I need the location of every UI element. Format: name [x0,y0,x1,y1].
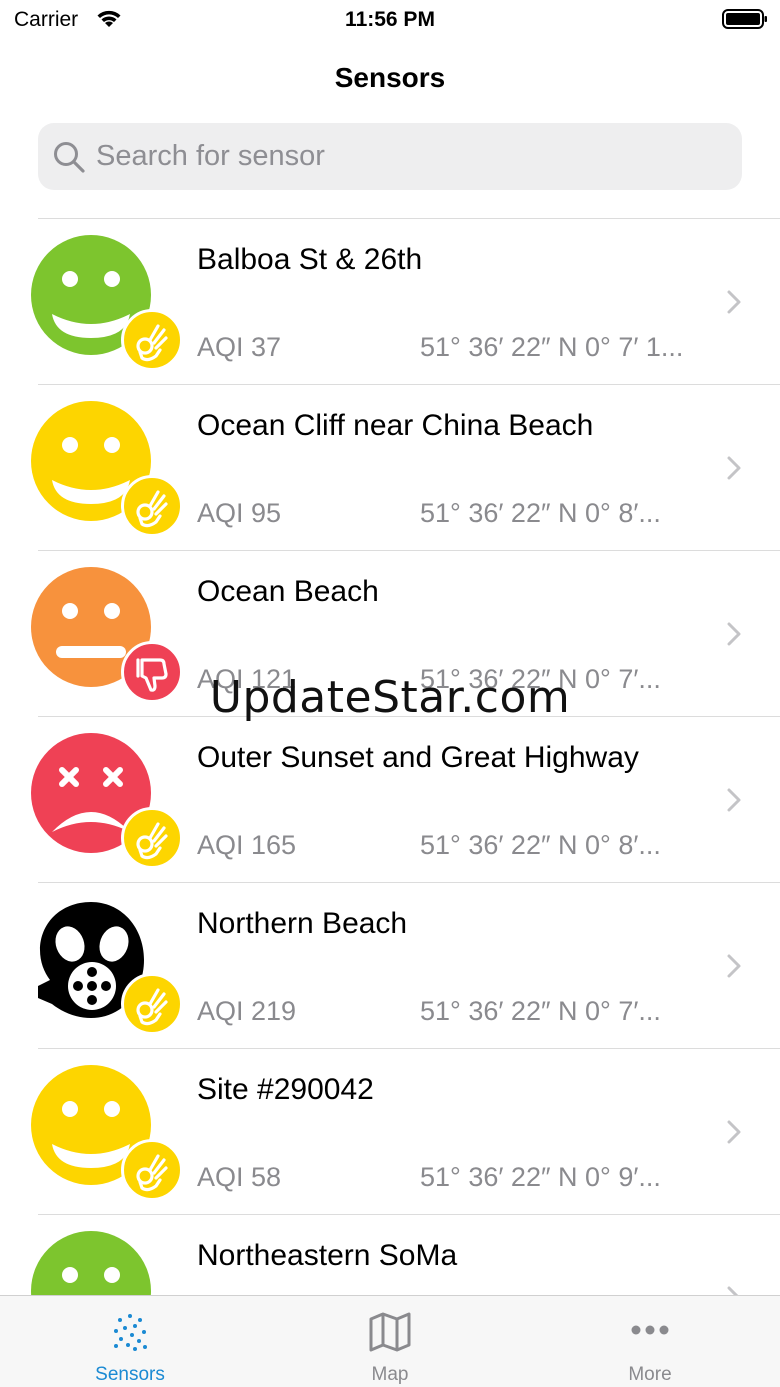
aqi-value: AQI 37 [197,332,282,362]
list-item[interactable]: Ocean Cliff near China Beach AQI 95 51° 36… [0,385,780,551]
sensor-list[interactable]: Balboa St & 26th AQI 37 51° 36′ 22″ N 0° 7… [0,219,780,1295]
status-bar: Carrier 11:56 PM [0,0,780,44]
list-item[interactable]: Balboa St & 26th AQI 37 51° 36′ 22″ N 0° 7… [0,219,780,385]
chevron-right-icon [727,1120,741,1144]
sensor-coordinates: 51° 36′ 22″ N 0° 7′ 1... [420,332,684,362]
ok-hand-icon [121,1139,183,1201]
list-item[interactable]: Site #290042 AQI 58 51° 36′ 22″ N 0° 9′... [0,1049,780,1215]
sensor-name: Site #290042 [197,1073,374,1106]
list-item[interactable]: Northeastern SoMa [0,1215,780,1295]
map-icon [369,1312,411,1352]
aqi-value: AQI 95 [197,498,282,528]
sensor-name: Outer Sunset and Great Highway [197,741,639,774]
battery-icon [722,9,767,29]
happy-face-icon [30,1230,152,1295]
aqi-value: AQI 165 [197,830,297,860]
ok-hand-icon [121,807,183,869]
sensor-name: Balboa St & 26th [197,243,423,276]
aqi-value: AQI 58 [197,1162,282,1192]
watermark: UpdateStar.com [209,672,571,723]
chevron-right-icon [727,456,741,480]
sensor-name: Northern Beach [197,907,408,940]
chevron-right-icon [727,954,741,978]
sensor-coordinates: 51° 36′ 22″ N 0° 7′... [420,996,661,1026]
tab-sensors[interactable]: Sensors [0,1296,260,1387]
aqi-value: AQI 219 [197,996,297,1026]
tab-label: More [628,1364,672,1385]
search-input[interactable] [96,123,716,190]
clock: 11:56 PM [345,8,435,31]
ok-hand-icon [121,475,183,537]
tab-label: Map [371,1364,409,1385]
sensor-name: Ocean Beach [197,575,379,608]
list-item[interactable]: Outer Sunset and Great Highway AQI 165 51°… [0,717,780,883]
tab-map[interactable]: Map [260,1296,520,1387]
search-icon [54,142,85,173]
tab-bar: Sensors Map More [0,1295,780,1387]
chevron-right-icon [727,622,741,646]
sensor-name: Ocean Cliff near China Beach [197,409,594,442]
chevron-right-icon [727,788,741,812]
sensor-name: Northeastern SoMa [197,1239,458,1272]
sensor-coordinates: 51° 36′ 22″ N 0° 9′... [420,1162,661,1192]
sensor-coordinates: 51° 36′ 22″ N 0° 8′... [420,498,661,528]
list-item[interactable]: Northern Beach AQI 219 51° 36′ 22″ N 0° 7′… [0,883,780,1049]
sensors-dots-icon [114,1314,147,1351]
sensor-coordinates: 51° 36′ 22″ N 0° 8′... [420,830,661,860]
tab-more[interactable]: More [520,1296,780,1387]
chevron-right-icon [727,1286,739,1295]
search-bar[interactable] [38,123,742,190]
tab-label: Sensors [95,1364,165,1385]
chevron-right-icon [727,290,741,314]
ok-hand-icon [121,309,183,371]
ok-hand-icon [121,973,183,1035]
more-dots-icon [631,1325,669,1335]
page-title: Sensors [334,62,446,93]
